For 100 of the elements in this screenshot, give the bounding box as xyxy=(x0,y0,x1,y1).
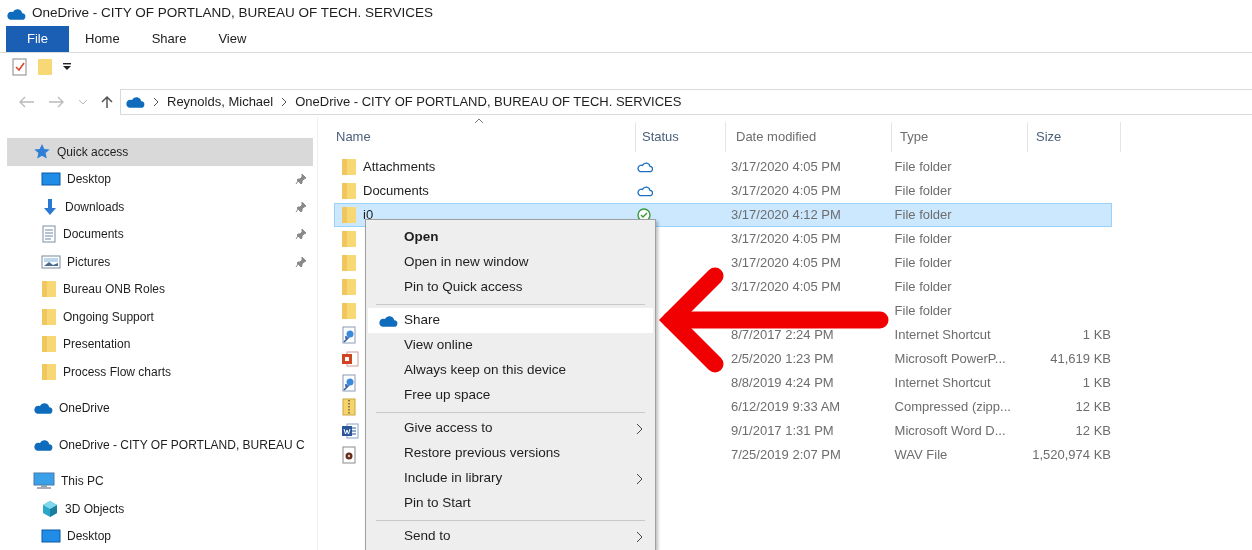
sidebar-item[interactable]: Desktop xyxy=(7,522,313,550)
address-bar[interactable]: Reynolds, Michael OneDrive - CITY OF PORTLAND, BUREAU OF TECH. SERVICES xyxy=(120,89,1252,115)
date-modified: 8/8/2019 4:24 PM xyxy=(731,375,834,391)
file-name: i0 xyxy=(363,206,374,225)
file-type: Compressed (zipp... xyxy=(894,399,1011,415)
file-size: 1 KB xyxy=(1082,326,1111,345)
word-document-icon xyxy=(341,422,359,440)
menu-item[interactable]: Open xyxy=(368,225,653,250)
ribbon-tab[interactable]: Home xyxy=(69,26,136,52)
zip-icon xyxy=(341,398,357,416)
menu-item[interactable]: Pin to Quick access xyxy=(368,275,653,300)
sidebar-item[interactable]: Desktop xyxy=(7,165,313,193)
folder-icon xyxy=(341,230,357,248)
sidebar-item[interactable]: Process Flow charts xyxy=(7,358,313,386)
date-modified: 3/17/2020 4:05 PM xyxy=(731,279,841,295)
folder-icon xyxy=(341,278,357,296)
shortcut-icon xyxy=(341,374,357,392)
sidebar-item[interactable]: Ongoing Support xyxy=(7,303,313,331)
menu-item[interactable]: Pin to Start xyxy=(368,491,653,516)
ribbon-tab[interactable]: Share xyxy=(135,26,203,52)
menu-item[interactable]: Share xyxy=(368,308,653,333)
file-type: Internet Shortcut xyxy=(894,375,991,391)
menu-item[interactable]: View online xyxy=(368,333,653,358)
sidebar-item[interactable]: Presentation xyxy=(7,330,313,358)
folder-icon xyxy=(41,362,57,381)
window-title: OneDrive - CITY OF PORTLAND, BUREAU OF TECH. SERVICES xyxy=(32,4,434,23)
chevron-right-icon xyxy=(153,97,159,107)
menu-item[interactable]: Include in library xyxy=(368,466,653,491)
folder-icon xyxy=(341,158,357,176)
forward-icon[interactable] xyxy=(48,95,66,109)
file-type: WAV File xyxy=(894,447,948,463)
date-modified: 8/7/2017 2:24 PM xyxy=(731,327,834,343)
sidebar-item[interactable]: OneDrive - CITY OF PORTLAND, BUREAU C xyxy=(7,431,313,459)
file-name: Attachments xyxy=(363,158,436,177)
date-modified: 3/17/2020 4:05 PM xyxy=(731,159,841,175)
ribbon-tab[interactable]: View xyxy=(202,26,263,52)
column-header[interactable]: Date modified xyxy=(726,122,892,152)
file-name: Documents xyxy=(363,182,429,201)
folder-icon[interactable] xyxy=(37,58,53,76)
file-size: 1 KB xyxy=(1082,374,1111,393)
cube-icon xyxy=(41,499,59,518)
date-modified: 3/17/2020 4:12 PM xyxy=(731,207,841,223)
file-type: File folder xyxy=(894,183,952,199)
column-header[interactable]: Type xyxy=(892,122,1028,152)
up-icon[interactable] xyxy=(100,95,114,109)
file-size: 41,619 KB xyxy=(1050,350,1111,369)
column-header[interactable]: Name xyxy=(330,122,636,152)
menu-item[interactable]: Open in new window xyxy=(368,250,653,275)
date-modified: 6/12/2019 9:33 AM xyxy=(731,399,841,415)
computer-icon xyxy=(33,472,55,491)
slides-icon xyxy=(341,350,359,368)
cloud-icon xyxy=(33,401,53,416)
breadcrumb[interactable]: OneDrive - CITY OF PORTLAND, BUREAU OF TECH. SERVICES xyxy=(295,92,682,112)
properties-icon[interactable] xyxy=(12,58,28,76)
breadcrumb[interactable]: Reynolds, Michael xyxy=(167,92,274,112)
cloud-icon xyxy=(33,437,53,452)
file-type: Microsoft PowerP... xyxy=(894,351,1006,367)
sidebar-item[interactable]: Pictures xyxy=(7,248,313,276)
monitor-icon xyxy=(41,171,61,188)
menu-item[interactable]: Send to xyxy=(368,524,653,549)
file-type: Microsoft Word D... xyxy=(894,423,1006,439)
cloud-icon xyxy=(6,6,26,21)
file-type: Internet Shortcut xyxy=(894,327,991,343)
sidebar-item[interactable]: OneDrive xyxy=(7,394,313,422)
menu-item[interactable]: Restore previous versions xyxy=(368,441,653,466)
star-icon xyxy=(33,142,51,161)
sidebar-item[interactable]: Downloads xyxy=(7,193,313,221)
column-header[interactable]: Size xyxy=(1028,122,1121,152)
date-modified: 3/17/2020 4:05 PM xyxy=(731,231,841,247)
file-type: File folder xyxy=(894,231,952,247)
back-icon[interactable] xyxy=(18,95,36,109)
folder-icon xyxy=(341,182,357,200)
download-icon xyxy=(41,197,59,216)
sidebar-item[interactable]: This PC xyxy=(7,467,313,495)
monitor-icon xyxy=(41,528,61,545)
file-type: File folder xyxy=(894,255,952,271)
document-icon xyxy=(41,225,57,244)
picture-icon xyxy=(41,253,61,270)
sidebar-item[interactable]: Bureau ONB Roles xyxy=(7,275,313,303)
dropdown-icon[interactable] xyxy=(62,62,72,72)
menu-item[interactable]: Free up space xyxy=(368,383,653,408)
folder-icon xyxy=(41,280,57,299)
folder-icon xyxy=(41,335,57,354)
menu-item[interactable]: Give access to xyxy=(368,416,653,441)
folder-icon xyxy=(41,307,57,326)
ribbon-tab[interactable]: File xyxy=(6,26,69,52)
folder-icon xyxy=(341,206,357,224)
sidebar-item[interactable]: Documents xyxy=(7,220,313,248)
folder-icon xyxy=(341,302,357,320)
column-header[interactable]: Status xyxy=(636,122,726,152)
date-modified: 7/25/2019 2:07 PM xyxy=(731,447,841,463)
file-size: 1,520,974 KB xyxy=(1032,446,1111,465)
file-type: File folder xyxy=(894,207,952,223)
sidebar-item[interactable]: Quick access xyxy=(7,138,313,166)
date-modified: 3/17/2020 4:05 PM xyxy=(731,183,841,199)
file-size: 12 KB xyxy=(1075,422,1111,441)
chevron-right-icon xyxy=(281,97,288,107)
sidebar-item[interactable]: 3D Objects xyxy=(7,495,313,523)
menu-item[interactable]: Always keep on this device xyxy=(368,358,653,383)
shortcut-icon xyxy=(341,326,357,344)
